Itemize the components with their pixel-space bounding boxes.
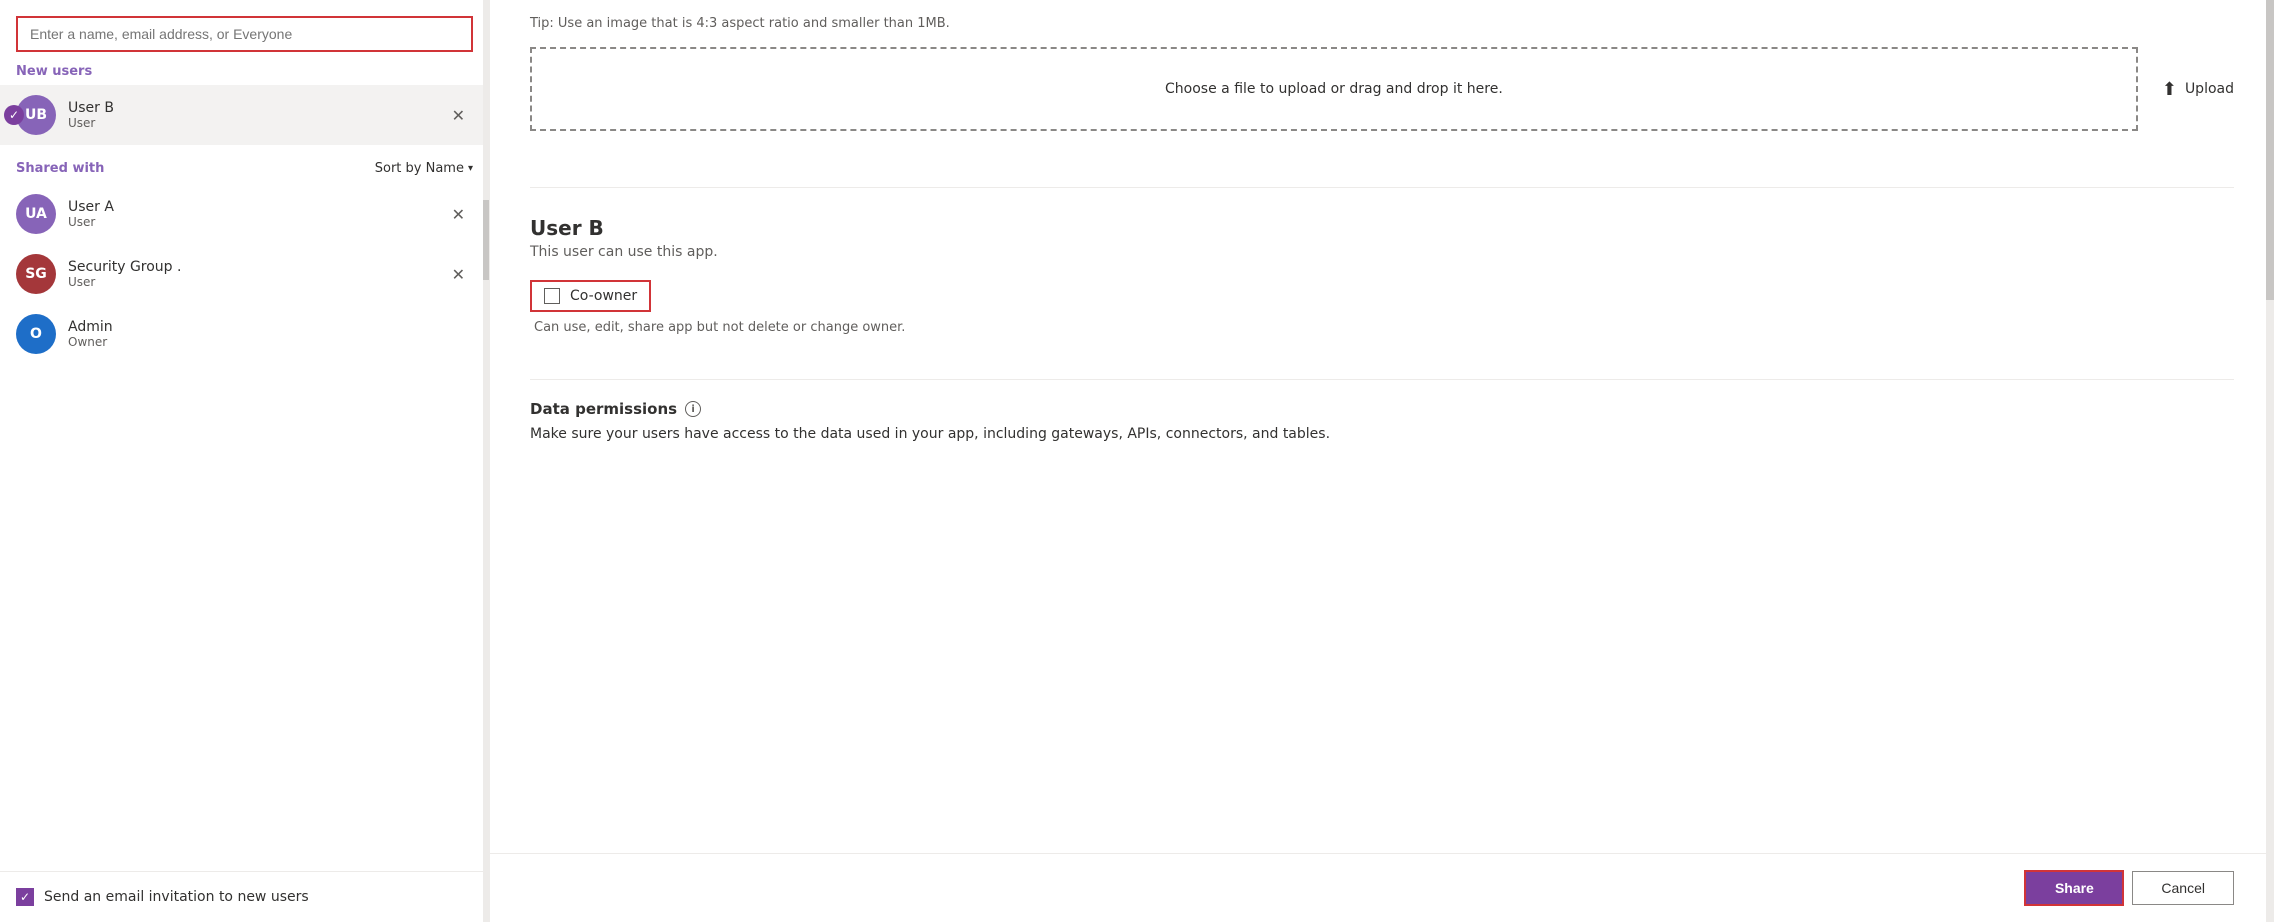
user-info-sg: Security Group . User xyxy=(68,259,444,289)
send-email-checkbox[interactable]: ✓ xyxy=(16,888,34,906)
user-role-ua: User xyxy=(68,215,444,229)
send-email-row: ✓ Send an email invitation to new users xyxy=(0,871,489,922)
user-row-ua[interactable]: UA User A User ✕ xyxy=(0,184,489,244)
user-name-sg: Security Group . xyxy=(68,259,444,275)
shared-with-header: Shared with Sort by Name ▾ xyxy=(0,145,489,184)
sort-by-label: Sort by Name xyxy=(375,161,464,176)
search-input[interactable] xyxy=(16,16,473,52)
left-scrollbar[interactable] xyxy=(483,0,489,922)
search-input-wrapper xyxy=(0,0,489,52)
user-row-admin[interactable]: O Admin Owner xyxy=(0,304,489,364)
separator-2 xyxy=(530,379,2234,380)
upload-area-text: Choose a file to upload or drag and drop… xyxy=(1165,81,1503,97)
upload-button[interactable]: ⬆ Upload xyxy=(2162,79,2234,100)
coowner-label: Co-owner xyxy=(570,288,637,304)
share-button[interactable]: Share xyxy=(2024,870,2124,906)
avatar-admin: O xyxy=(16,314,56,354)
user-name-ub: User B xyxy=(68,100,444,116)
user-b-name: User B xyxy=(530,216,2234,240)
left-scrollbar-thumb[interactable] xyxy=(483,200,489,280)
user-info-ua: User A User xyxy=(68,199,444,229)
user-role-sg: User xyxy=(68,275,444,289)
avatar-sg: SG xyxy=(16,254,56,294)
user-b-section: User B This user can use this app. Co-ow… xyxy=(530,208,2234,359)
remove-user-ub-button[interactable]: ✕ xyxy=(444,102,473,129)
selected-user-row[interactable]: ✓ UB User B User ✕ xyxy=(0,85,489,145)
user-name-ua: User A xyxy=(68,199,444,215)
data-permissions-section: Data permissions i Make sure your users … xyxy=(530,400,2234,442)
info-icon[interactable]: i xyxy=(685,401,701,417)
user-role-ub: User xyxy=(68,116,444,130)
separator-1 xyxy=(530,187,2234,188)
avatar-ua: UA xyxy=(16,194,56,234)
user-info-ub: User B User xyxy=(68,100,444,130)
tip-area: Tip: Use an image that is 4:3 aspect rat… xyxy=(530,0,2234,31)
user-row-sg[interactable]: SG Security Group . User ✕ xyxy=(0,244,489,304)
check-icon: ✓ xyxy=(4,105,24,125)
send-email-label: Send an email invitation to new users xyxy=(44,889,309,905)
user-b-desc: This user can use this app. xyxy=(530,244,2234,260)
upload-icon: ⬆ xyxy=(2162,79,2177,100)
shared-with-label: Shared with xyxy=(16,161,104,176)
coowner-checkbox[interactable] xyxy=(544,288,560,304)
chevron-down-icon: ▾ xyxy=(468,163,473,174)
data-permissions-title: Data permissions i xyxy=(530,400,2234,418)
tip-text: Tip: Use an image that is 4:3 aspect rat… xyxy=(530,8,2234,31)
right-panel: Tip: Use an image that is 4:3 aspect rat… xyxy=(490,0,2274,922)
new-users-label: New users xyxy=(0,52,489,85)
remove-user-ua-button[interactable]: ✕ xyxy=(444,201,473,228)
upload-dropzone[interactable]: Choose a file to upload or drag and drop… xyxy=(530,47,2138,131)
coowner-checkbox-row[interactable]: Co-owner xyxy=(530,280,651,312)
right-scrollbar[interactable] xyxy=(2266,0,2274,922)
upload-row: Choose a file to upload or drag and drop… xyxy=(530,31,2234,147)
user-role-admin: Owner xyxy=(68,335,473,349)
remove-user-sg-button[interactable]: ✕ xyxy=(444,261,473,288)
coowner-desc: Can use, edit, share app but not delete … xyxy=(534,320,905,335)
data-permissions-title-text: Data permissions xyxy=(530,400,677,418)
right-scrollbar-thumb[interactable] xyxy=(2266,0,2274,300)
left-panel: New users ✓ UB User B User ✕ Shared with… xyxy=(0,0,490,922)
user-name-admin: Admin xyxy=(68,319,473,335)
cancel-button[interactable]: Cancel xyxy=(2132,871,2234,905)
bottom-actions: Share Cancel xyxy=(490,853,2274,922)
sort-by-dropdown[interactable]: Sort by Name ▾ xyxy=(375,161,473,176)
upload-btn-label: Upload xyxy=(2185,81,2234,97)
data-permissions-desc: Make sure your users have access to the … xyxy=(530,426,2234,442)
user-info-admin: Admin Owner xyxy=(68,319,473,349)
